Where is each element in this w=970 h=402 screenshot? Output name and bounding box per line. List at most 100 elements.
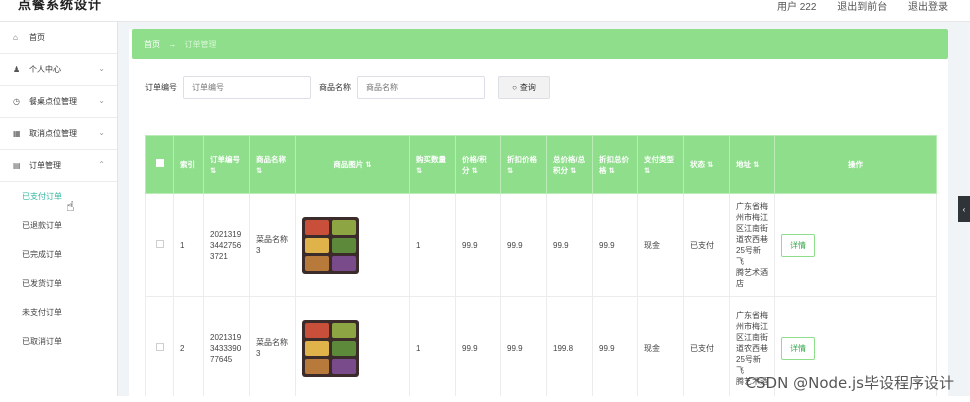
detail-button[interactable]: 详情 (781, 233, 815, 257)
select-all-checkbox-cell[interactable] (145, 135, 174, 194)
cell-order-no: 2021319 3442756 3721 (203, 193, 250, 297)
sidebar-item-label: 首页 (29, 33, 45, 42)
table-icon: ▦ (13, 129, 21, 138)
cell-index: 2 (173, 296, 204, 400)
food-image (302, 216, 359, 274)
cell-discount-price: 99.9 (500, 193, 547, 297)
chevron-down-icon: ⌄ (98, 128, 105, 137)
sidebar-item-order-management[interactable]: ▤ 订单管理 ⌃ (0, 150, 117, 182)
user-icon: ♟ (13, 65, 21, 74)
search-button[interactable]: ○ 查询 (498, 76, 550, 99)
cell-status: 已支付 (683, 193, 730, 297)
product-name-label: 商品名称 (319, 83, 351, 92)
sidebar-item-label: 订单管理 (29, 161, 61, 170)
column-header-product-name[interactable]: 商品名称 ⇅ (249, 135, 296, 194)
chevron-down-icon: ⌄ (98, 64, 105, 73)
column-header-order-no[interactable]: 订单编号 ⇅ (203, 135, 250, 194)
sidebar-item-home[interactable]: ⌂ 首页 (0, 22, 117, 54)
row-checkbox[interactable] (155, 239, 164, 248)
cell-product-image (295, 193, 410, 297)
watermark: CSDN @Node.js毕设程序设计 (745, 374, 954, 392)
back-home-link[interactable]: 退出到前台 (837, 2, 887, 13)
app-title: 点餐系统设计 (18, 0, 103, 12)
sidebar-item-label: 餐桌点位管理 (29, 97, 77, 106)
detail-button[interactable]: 详情 (781, 336, 815, 360)
cell-pay-type: 现金 (637, 296, 684, 400)
table-header-row: 索引 订单编号 ⇅ 商品名称 ⇅ 商品图片 ⇅ 购买数量 ⇅ 价格/积分 ⇅ 折… (145, 135, 937, 194)
product-name-input[interactable] (357, 76, 485, 99)
top-bar: 点餐系统设计 用户 222 退出到前台 退出登录 (0, 0, 970, 22)
sidebar-subitem-completed-orders[interactable]: 已完成订单 (0, 240, 117, 269)
sidebar-item-profile[interactable]: ♟ 个人中心 ⌄ (0, 54, 117, 86)
sidebar-subitem-cancelled-orders[interactable]: 已取消订单 (0, 327, 117, 356)
hand-cursor-icon: ☝ (66, 198, 75, 214)
logout-link[interactable]: 退出登录 (908, 2, 948, 13)
main-content: 首页 → 订单管理 订单编号 商品名称 ○ 查询 索引 (118, 22, 957, 402)
cell-total: 199.8 (546, 296, 593, 400)
cell-index: 1 (173, 193, 204, 297)
cell-product-image (295, 296, 410, 400)
cell-discount-total: 99.9 (592, 296, 638, 400)
top-bar-actions: 用户 222 退出到前台 退出登录 (759, 0, 948, 13)
order-no-label: 订单编号 (145, 83, 177, 92)
cell-actions: 详情 (774, 193, 937, 297)
cell-status: 已支付 (683, 296, 730, 400)
side-panel-toggle[interactable]: ‹ (958, 196, 970, 222)
sidebar-item-cancel-management[interactable]: ▦ 取消点位管理 ⌄ (0, 118, 117, 150)
column-header-total[interactable]: 总价格/总积分 ⇅ (546, 135, 593, 194)
column-header-product-image[interactable]: 商品图片 ⇅ (295, 135, 410, 194)
column-header-actions: 操作 (774, 135, 937, 194)
cell-price: 99.9 (455, 193, 501, 297)
home-icon: ⌂ (13, 33, 18, 42)
sidebar-subitem-shipped-orders[interactable]: 已发货订单 (0, 269, 117, 298)
sidebar-subitem-refunded-orders[interactable]: 已退款订单 (0, 211, 117, 240)
table-row: 1 2021319 3442756 3721 菜品名称 3 1 99.9 99.… (145, 193, 937, 297)
cell-quantity: 1 (409, 296, 456, 400)
breadcrumb-home[interactable]: 首页 (144, 40, 160, 49)
cell-pay-type: 现金 (637, 193, 684, 297)
order-no-input[interactable] (183, 76, 311, 99)
cell-order-no: 2021319 3433390 77645 (203, 296, 250, 400)
search-icon: ○ (512, 83, 517, 92)
current-user: 用户 222 (776, 2, 817, 13)
orders-table: 索引 订单编号 ⇅ 商品名称 ⇅ 商品图片 ⇅ 购买数量 ⇅ 价格/积分 ⇅ 折… (145, 135, 937, 400)
column-header-index: 索引 (173, 135, 204, 194)
clock-icon: ◷ (13, 97, 20, 106)
breadcrumb: 首页 → 订单管理 (132, 29, 948, 59)
column-header-quantity[interactable]: 购买数量 ⇅ (409, 135, 456, 194)
orders-panel: 首页 → 订单管理 订单编号 商品名称 ○ 查询 索引 (129, 29, 948, 402)
chevron-left-icon: ‹ (962, 204, 966, 214)
sidebar-item-label: 取消点位管理 (29, 129, 77, 138)
chevron-up-icon: ⌃ (98, 160, 105, 169)
cell-product-name: 菜品名称 3 (249, 193, 296, 297)
column-header-pay-type[interactable]: 支付类型 ⇅ (637, 135, 684, 194)
breadcrumb-separator: → (168, 40, 177, 49)
cell-total: 99.9 (546, 193, 593, 297)
sidebar: ⌂ 首页 ♟ 个人中心 ⌄ ◷ 餐桌点位管理 ⌄ ▦ 取消点位管理 ⌄ ▤ 订单… (0, 22, 118, 402)
row-checkbox-cell[interactable] (145, 296, 174, 400)
sidebar-subitem-paid-orders[interactable]: 已支付订单 (0, 182, 117, 211)
chevron-down-icon: ⌄ (98, 96, 105, 105)
column-header-discount-total[interactable]: 折扣总价格 ⇅ (592, 135, 638, 194)
cell-discount-price: 99.9 (500, 296, 547, 400)
sidebar-subitem-unpaid-orders[interactable]: 未支付订单 (0, 298, 117, 327)
food-image (302, 319, 359, 377)
bottom-bar (0, 396, 970, 402)
column-header-address[interactable]: 地址 ⇅ (729, 135, 775, 194)
order-icon: ▤ (13, 161, 21, 170)
column-header-status[interactable]: 状态 ⇅ (683, 135, 730, 194)
column-header-discount-price[interactable]: 折扣价格 ⇅ (500, 135, 547, 194)
row-checkbox[interactable] (155, 342, 164, 351)
column-header-price[interactable]: 价格/积分 ⇅ (455, 135, 501, 194)
cell-quantity: 1 (409, 193, 456, 297)
search-bar: 订单编号 商品名称 ○ 查询 (145, 76, 550, 99)
row-checkbox-cell[interactable] (145, 193, 174, 297)
sidebar-item-table-management[interactable]: ◷ 餐桌点位管理 ⌄ (0, 86, 117, 118)
search-button-label: 查询 (519, 83, 536, 92)
cell-product-name: 菜品名称 3 (249, 296, 296, 400)
sidebar-item-label: 个人中心 (29, 65, 61, 74)
breadcrumb-current: 订单管理 (184, 40, 217, 49)
cell-price: 99.9 (455, 296, 501, 400)
cell-address: 广东省梅 州市梅江 区江南街 道农西巷 25号新飞 腾艺术酒 店 (729, 193, 775, 297)
select-all-checkbox[interactable] (155, 159, 164, 167)
